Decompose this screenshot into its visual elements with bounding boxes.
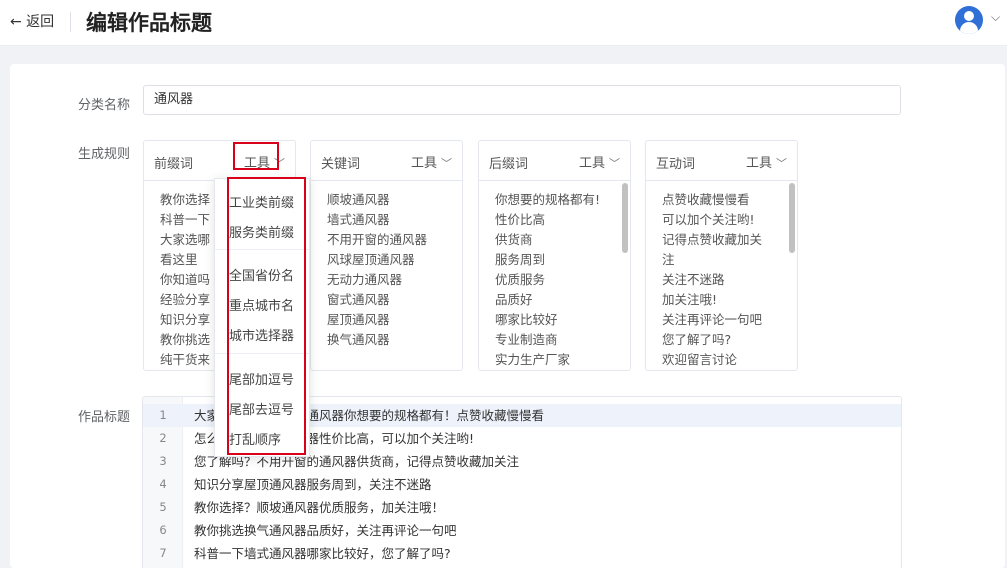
line-text: 教你选择？顺坡通风器优质服务，加关注哦！: [194, 500, 445, 515]
chevron-down-icon: ﹀: [609, 157, 620, 170]
line-number: 6: [159, 523, 167, 537]
tool-dropdown-button[interactable]: 工具 ﹀: [411, 152, 452, 171]
column-title: 后缀词: [489, 157, 529, 172]
line-text: 教你挑选换气通风器品质好，关注再评论一句吧: [194, 523, 457, 538]
scrollbar[interactable]: [789, 183, 795, 253]
list-item: 风球屋顶通风器: [327, 252, 415, 267]
user-body-icon: [960, 22, 978, 34]
top-bar: ← 返回 编辑作品标题 ⌵: [0, 0, 1007, 46]
line-number: 4: [159, 477, 167, 491]
works-label: 作品标题: [78, 410, 131, 425]
list-item: 点赞收藏慢慢看: [662, 192, 750, 207]
header-divider: [70, 12, 71, 32]
rules-label: 生成规则: [78, 147, 131, 162]
list-item: 专业制造商: [495, 332, 558, 347]
line-number: 2: [159, 431, 167, 445]
column-title: 互动词: [656, 157, 696, 172]
editor-line[interactable]: 4 知识分享屋顶通风器服务周到，关注不迷路: [143, 473, 901, 496]
scrollbar[interactable]: [622, 183, 628, 253]
page-title: 编辑作品标题: [86, 11, 212, 35]
list-item: 性价比高: [495, 212, 546, 227]
list-item: 记得点赞收藏加关: [662, 232, 763, 247]
list-item: 屋顶通风器: [327, 312, 390, 327]
editor-line[interactable]: 5 教你选择？顺坡通风器优质服务，加关注哦！: [143, 496, 901, 519]
line-number: 7: [159, 546, 167, 560]
list-item: 墙式通风器: [327, 212, 390, 227]
list-item: 品质好: [495, 292, 533, 307]
editor-line[interactable]: 7 科普一下墙式通风器哪家比较好，您了解了吗?: [143, 542, 901, 565]
back-label[interactable]: ← 返回: [10, 11, 54, 31]
column-title: 关键词: [321, 157, 361, 172]
avatar[interactable]: [955, 6, 983, 34]
chevron-down-icon[interactable]: ⌵: [991, 10, 1000, 25]
list-item: 加关注哦!: [662, 292, 718, 307]
list-item: 实力生产厂家: [495, 352, 571, 367]
list-item: 关注不迷路: [662, 272, 725, 287]
line-text: 知识分享屋顶通风器服务周到，关注不迷路: [194, 477, 432, 492]
list-item: 哪家比较好: [495, 312, 558, 327]
list-item: 你想要的规格都有!: [495, 192, 601, 207]
column-title: 前缀词: [154, 157, 194, 172]
list-item: 可以加个关注哟!: [662, 212, 755, 227]
tool-dropdown-button[interactable]: 工具 ﹀: [579, 152, 620, 171]
line-number: 5: [159, 500, 167, 514]
list-item: 无动力通风器: [327, 272, 403, 287]
menu-highlight-box: [227, 177, 306, 455]
category-label: 分类名称: [78, 98, 131, 113]
category-input[interactable]: 通风器: [143, 85, 901, 115]
keyword-column: 关键词 工具 ﹀ 顺坡通风器 墙式通风器 不用开窗的通风器 风球屋顶通风器 无动力…: [310, 140, 463, 371]
list-item: 窗式通风器: [327, 292, 390, 307]
user-head-icon: [964, 11, 974, 21]
tool-dropdown-button[interactable]: 工具 ﹀: [746, 152, 787, 171]
editor-line[interactable]: 6 教你挑选换气通风器品质好，关注再评论一句吧: [143, 519, 901, 542]
interaction-column: 互动词 工具 ﹀ 点赞收藏慢慢看 可以加个关注哟! 记得点赞收藏加关 注 关注不迷…: [645, 140, 798, 371]
list-item: 优质服务: [495, 272, 546, 287]
word-list[interactable]: 你想要的规格都有! 性价比高 供货商 服务周到 优质服务 品质好 哪家比较好 专…: [479, 181, 630, 370]
list-item: 服务周到: [495, 252, 546, 267]
list-item: 换气通风器: [327, 332, 390, 347]
list-item: 不用开窗的通风器: [327, 232, 428, 247]
line-number: 1: [159, 408, 167, 422]
tool-label[interactable]: 工具: [746, 156, 772, 171]
word-list[interactable]: 顺坡通风器 墙式通风器 不用开窗的通风器 风球屋顶通风器 无动力通风器 窗式通风…: [311, 181, 462, 370]
column-header: 互动词 工具 ﹀: [646, 141, 797, 181]
back-button[interactable]: ← 返回: [10, 11, 54, 31]
line-text: 科普一下墙式通风器哪家比较好，您了解了吗?: [194, 546, 451, 561]
list-item: 顺坡通风器: [327, 192, 390, 207]
tool-highlight-box: [233, 142, 279, 170]
chevron-down-icon: ﹀: [441, 157, 452, 170]
list-item: 您了解了吗?: [662, 332, 732, 347]
chevron-down-icon: ﹀: [776, 157, 787, 170]
suffix-column: 后缀词 工具 ﹀ 你想要的规格都有! 性价比高 供货商 服务周到 优质服务 品质好…: [478, 140, 631, 371]
list-item: 欢迎留言讨论: [662, 352, 738, 367]
list-item: 关注再评论一句吧: [662, 312, 763, 327]
word-list[interactable]: 点赞收藏慢慢看 可以加个关注哟! 记得点赞收藏加关 注 关注不迷路 加关注哦! …: [646, 181, 797, 370]
tool-label[interactable]: 工具: [411, 156, 437, 171]
list-item: 供货商: [495, 232, 533, 247]
column-header: 关键词 工具 ﹀: [311, 141, 462, 181]
line-number: 3: [159, 454, 167, 468]
column-header: 后缀词 工具 ﹀: [479, 141, 630, 181]
list-item: 注: [662, 252, 675, 267]
tool-label[interactable]: 工具: [579, 156, 605, 171]
